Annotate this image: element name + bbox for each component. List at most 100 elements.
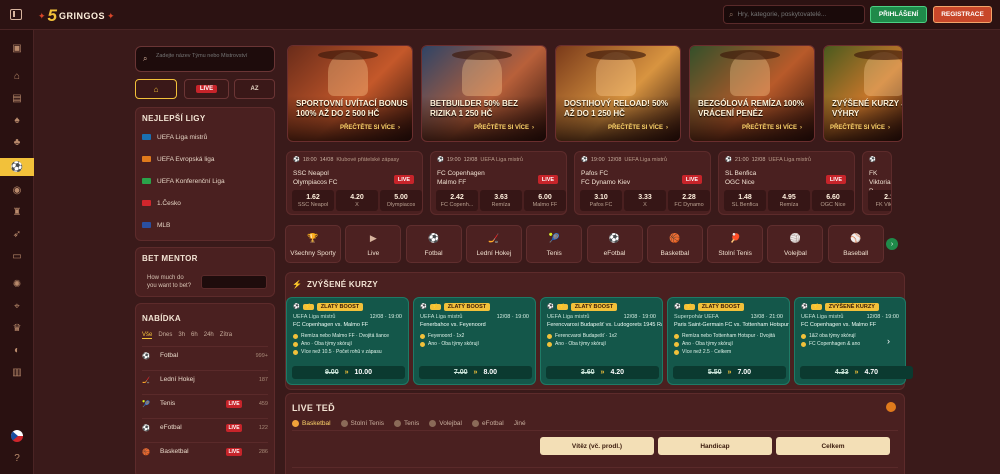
market-button[interactable]: Vítěz (vč. prodl.) [540,437,654,455]
promo-read-more-link[interactable]: PŘEČTĚTE SI VÍCE › [742,125,802,131]
boost-odds-button[interactable]: 4.33 » 4.70 [800,366,913,379]
sport-tile[interactable]: 🏐 Volejbal [767,225,824,263]
trophy-icon[interactable]: ♛ [9,320,25,336]
rocket-icon[interactable]: ➶ [9,226,25,242]
boost-card[interactable]: ⚽ ⚡ ZLATÝ BOOST Superpohár UEFA 13/08 · 21:0… [667,297,790,385]
home-toggle-button[interactable]: ⌂ [135,79,177,99]
odds-button[interactable]: 3.63 Remíza [480,190,522,211]
sport-tile[interactable]: 🏀 Basketbal [646,225,703,263]
time-filter-3[interactable]: 6h [191,332,198,339]
odds-button[interactable]: 2.1FK Viktoria [868,190,891,211]
live-toggle-button[interactable]: LIVE [184,79,229,99]
sidebar-toggle-icon[interactable] [10,9,22,20]
odds-button[interactable]: 3.10 Pafos FC [580,190,622,211]
league-item[interactable]: 1.Česko [142,196,181,210]
wheel-icon[interactable]: ✺ [9,276,25,292]
promo-read-more-link[interactable]: PŘEČTĚTE SI VÍCE › [830,125,890,131]
sport-list-item[interactable]: 🏀 Basketbal LIVE 286 [142,442,268,460]
sport-list-item[interactable]: ⚽ eFotbal LIVE 122 [142,418,268,436]
match-card[interactable]: ⚽ 18:00 14/08 Klubové přátelské zápasy SSC N… [286,151,423,215]
league-item[interactable]: UEFA Liga mistrů [142,130,207,144]
live-sport-chip[interactable]: eFotbal [472,420,504,427]
sport-tile[interactable]: ⚽ eFotbal [586,225,643,263]
boost-odds-button[interactable]: 5.50 » 7.00 [673,366,786,379]
time-filter-0[interactable]: Vše [142,332,153,339]
sport-tile[interactable]: ⚽ Fotbal [405,225,462,263]
home-icon[interactable]: ⌂ [9,68,25,84]
match-card[interactable]: ⚽FK Viktoria PRangers FC2.1FK Viktoria [862,151,892,215]
match-card[interactable]: ⚽ 19:00 12/08 UEFA Liga mistrů FC Copenhagen… [430,151,567,215]
boost-card[interactable]: ⚽ ⚡ ZLATÝ BOOST UEFA Liga mistrů 12/08 · 19:… [540,297,663,385]
promo-card[interactable]: DOSTIHOVÝ RELOAD! 50% AŽ DO 1 250 HČ PŘEČ… [555,45,681,142]
odds-button[interactable]: 3.33 X [624,190,666,211]
chat-icon[interactable]: ▭ [9,248,25,264]
team-search-box[interactable]: ⌕ [135,46,275,72]
register-button[interactable]: REGISTRACE [933,6,992,23]
odds-button[interactable]: 2.42 FC Copenh... [436,190,478,211]
odds-button[interactable]: 1.62 SSC Neapol [292,190,334,211]
global-search[interactable]: ⌕ [723,5,865,24]
boosts-next-arrow[interactable]: › [887,336,890,346]
time-filter-4[interactable]: 24h [204,332,214,339]
location-icon[interactable]: ⌖ [9,298,25,314]
login-button[interactable]: PŘIHLÁŠENÍ [870,6,927,23]
sports-icon[interactable]: ⚽ [0,158,34,176]
palette-icon[interactable]: ◐ [9,342,25,358]
live-sport-chip[interactable]: Tenis [394,420,419,427]
sport-tile[interactable]: 🏓 Stolní Tenis [707,225,764,263]
cards-icon[interactable]: ♠ [9,112,25,128]
time-filter-1[interactable]: Dnes [158,332,172,339]
sport-list-item[interactable]: 🎾 Tenis LIVE 459 [142,394,268,412]
odds-button[interactable]: 4.95 Remíza [768,190,810,211]
match-card[interactable]: ⚽ 21:00 12/08 UEFA Liga mistrů SL Benfica OGC… [718,151,855,215]
boost-odds-button[interactable]: 7.00 » 8.00 [419,366,532,379]
clover-icon[interactable]: ♣ [9,134,25,150]
help-icon[interactable]: ? [9,450,25,466]
tower-icon[interactable]: ♜ [9,204,25,220]
sport-list-item[interactable]: ⚽ Fotbal 999+ [142,346,268,364]
promo-read-more-link[interactable]: PŘEČTĚTE SI VÍCE › [474,125,534,131]
boost-odds-button[interactable]: 3.60 » 4.20 [546,366,659,379]
sport-tile[interactable]: 🎾 Tenis [526,225,583,263]
promo-card[interactable]: SPORTOVNÍ UVÍTACÍ BONUS 100% AŽ DO 2 500… [287,45,413,142]
team-search-input[interactable] [156,53,271,59]
odds-button[interactable]: 5.00 Olympiacos [380,190,422,211]
time-filter-2[interactable]: 3h [178,332,185,339]
bet-amount-input[interactable] [201,275,267,289]
league-item[interactable]: UEFA Evropská liga [142,152,214,166]
odds-button[interactable]: 6.00 Malmo FF [524,190,566,211]
odds-button[interactable]: 2.28 FC Dynamo [668,190,710,211]
az-toggle-button[interactable]: AZ [234,79,275,99]
sport-tile[interactable]: 🏒 Lední Hokej [465,225,522,263]
live-sport-chip[interactable]: Volejbal [429,420,462,427]
league-item[interactable]: MLB [142,218,170,232]
market-button[interactable]: Handicap [658,437,772,455]
sport-tile[interactable]: 🏆 Všechny Sporty [285,225,341,263]
sport-tile[interactable]: ⚾ Baseball [827,225,884,263]
global-search-input[interactable] [737,11,858,18]
odds-button[interactable]: 4.20 X [336,190,378,211]
boost-odds-button[interactable]: 9.00 » 10.00 [292,366,405,379]
live-sport-chip[interactable]: Stolní Tenis [340,420,384,427]
ball-icon[interactable]: ◉ [9,182,25,198]
promo-read-more-link[interactable]: PŘEČTĚTE SI VÍCE › [340,125,400,131]
boost-card[interactable]: ⚽ ⚡ ZLATÝ BOOST UEFA Liga mistrů 12/08 · 19:… [413,297,536,385]
boost-card[interactable]: ⚽ ⚡ ZLATÝ BOOST UEFA Liga mistrů 12/08 · 19:… [286,297,409,385]
match-card[interactable]: ⚽ 19:00 12/08 UEFA Liga mistrů Pafos FC FC Dy… [574,151,711,215]
odds-button[interactable]: 6.60 OGC Nice [812,190,854,211]
sport-list-item[interactable]: 🏒 Lední Hokej 187 [142,370,268,388]
promo-read-more-link[interactable]: PŘEČTĚTE SI VÍCE › [608,125,668,131]
language-flag-icon[interactable] [9,428,25,444]
promo-card[interactable]: ZVÝŠENÉ KURZY JE VYŠŠÍ VÝHRY PŘEČTĚTE SI … [823,45,903,142]
promo-card[interactable]: BETBUILDER 50% BEZ RIZIKA 1 250 HČ PŘEČTĚ… [421,45,547,142]
live-sport-chip[interactable]: Jiné [514,420,526,427]
time-filter-5[interactable]: Zítra [220,332,232,339]
odds-button[interactable]: 1.48 SL Benfica [724,190,766,211]
sports-next-arrow[interactable]: › [886,238,898,250]
gift-icon[interactable]: ▣ [9,40,25,56]
logo[interactable]: ✦ 5 GRINGOS ✦ [38,6,115,26]
league-item[interactable]: UEFA Konferenční Liga [142,174,225,188]
sport-tile[interactable]: ▶ Live [345,225,402,263]
promo-card[interactable]: BEZGÓLOVÁ REMÍZA 100% VRÁCENÍ PENĚZ PŘEČT… [689,45,815,142]
market-button[interactable]: Celkem [776,437,890,455]
